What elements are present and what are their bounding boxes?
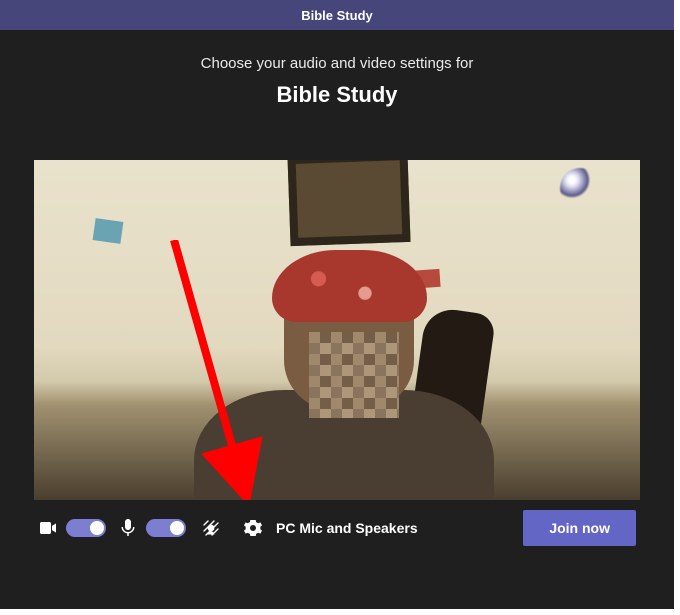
preview-decor-sticker xyxy=(93,218,124,244)
background-effects-icon xyxy=(201,518,221,538)
background-effects-button[interactable] xyxy=(198,515,224,541)
mic-toggle[interactable] xyxy=(146,519,186,537)
prejoin-screen: Bible Study Choose your audio and video … xyxy=(0,0,674,609)
header: Choose your audio and video settings for… xyxy=(0,30,674,108)
preview-person xyxy=(164,240,524,500)
preview-decor-lamp xyxy=(560,168,600,208)
window-title: Bible Study xyxy=(301,8,373,23)
camera-toggle[interactable] xyxy=(66,519,106,537)
controls-bar: PC Mic and Speakers Join now xyxy=(34,500,640,556)
device-settings-button[interactable] xyxy=(240,515,266,541)
gear-icon xyxy=(243,518,263,538)
face-blur xyxy=(309,332,399,418)
window-title-bar: Bible Study xyxy=(0,0,674,30)
audio-device-label[interactable]: PC Mic and Speakers xyxy=(276,520,418,536)
join-now-button[interactable]: Join now xyxy=(523,510,636,546)
preview-container: PC Mic and Speakers Join now xyxy=(34,160,640,556)
header-subtitle: Choose your audio and video settings for xyxy=(0,55,674,72)
preview-decor-frame xyxy=(287,160,410,246)
microphone-icon xyxy=(118,518,138,538)
video-camera-icon xyxy=(38,518,58,538)
meeting-name: Bible Study xyxy=(0,82,674,108)
video-preview xyxy=(34,160,640,500)
